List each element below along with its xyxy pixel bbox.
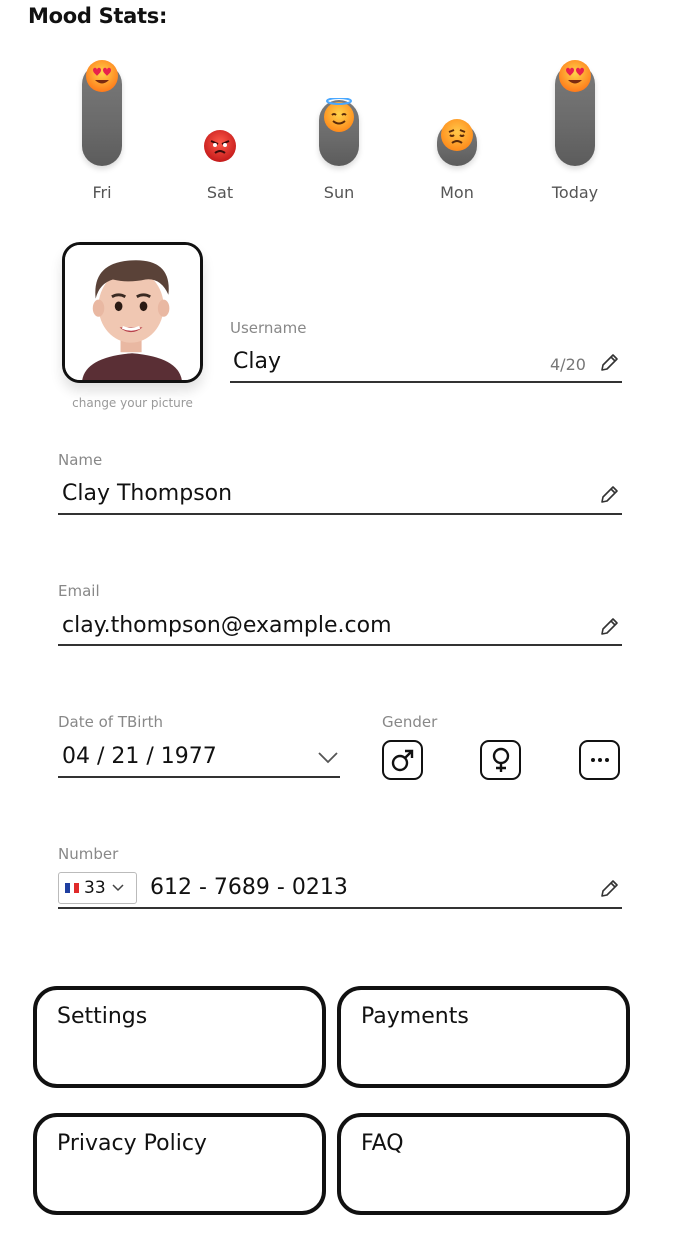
edit-name-pencil-icon[interactable] (598, 484, 620, 506)
name-label: Name (58, 451, 103, 469)
username-label: Username (230, 319, 307, 337)
halo-smile-emoji-icon (321, 98, 357, 134)
mood-day-label: Mon (440, 183, 474, 202)
heart-eyes-emoji-icon (557, 58, 593, 94)
mood-day-sat: Sat (179, 56, 259, 206)
mood-day-mon: Mon (416, 56, 496, 206)
profile-avatar[interactable] (62, 242, 203, 383)
number-underline (58, 907, 622, 909)
female-icon (492, 747, 509, 772)
phone-number-field[interactable]: 612 - 7689 - 0213 (150, 875, 348, 900)
number-label: Number (58, 845, 119, 863)
email-field[interactable]: clay.thompson@example.com (62, 613, 392, 638)
faq-button[interactable]: FAQ (337, 1113, 630, 1215)
mood-stats-title: Mood Stats: (28, 4, 168, 28)
more-icon (590, 758, 609, 762)
username-field[interactable]: Clay (233, 349, 281, 374)
birth-label: Date of TBirth (58, 713, 164, 731)
privacy-policy-button[interactable]: Privacy Policy (33, 1113, 326, 1215)
female-gender-button[interactable] (480, 740, 521, 780)
heart-eyes-emoji-icon (84, 58, 120, 94)
settings-button[interactable]: Settings (33, 986, 326, 1088)
mood-day-sun: Sun (298, 56, 378, 206)
male-icon (391, 749, 413, 772)
payments-button[interactable]: Payments (337, 986, 630, 1088)
france-flag-icon (65, 883, 80, 893)
sad-emoji-icon (439, 117, 475, 153)
mood-day-fri: Fri (61, 56, 141, 206)
chevron-down-icon[interactable] (316, 748, 340, 766)
name-field[interactable]: Clay Thompson (62, 481, 232, 506)
edit-number-pencil-icon[interactable] (598, 878, 620, 900)
mood-day-label: Fri (92, 183, 112, 202)
mood-day-label: Sun (323, 183, 355, 202)
edit-username-pencil-icon[interactable] (598, 352, 620, 374)
username-counter: 4/20 (550, 355, 586, 374)
mood-day-label: Today (551, 183, 599, 202)
faq-label: FAQ (361, 1131, 404, 1156)
user-avatar-icon (65, 245, 200, 380)
payments-label: Payments (361, 1004, 469, 1029)
gender-label: Gender (382, 713, 438, 731)
birth-underline (58, 776, 340, 778)
country-code-select[interactable]: 33 (58, 872, 137, 904)
change-picture-link[interactable]: change your picture (62, 396, 203, 410)
edit-email-pencil-icon[interactable] (598, 616, 620, 638)
chevron-down-icon (112, 884, 124, 892)
username-underline (230, 381, 622, 383)
name-underline (58, 513, 622, 515)
settings-label: Settings (57, 1004, 148, 1029)
email-label: Email (58, 582, 100, 600)
more-gender-button[interactable] (579, 740, 620, 780)
male-gender-button[interactable] (382, 740, 423, 780)
email-underline (58, 644, 622, 646)
country-code-value: 33 (84, 878, 106, 898)
birth-date-field[interactable]: 04 / 21 / 1977 (62, 744, 217, 769)
angry-emoji-icon (202, 128, 238, 164)
privacy-policy-label: Privacy Policy (57, 1131, 207, 1156)
mood-day-label: Sat (206, 183, 234, 202)
mood-day-today: Today (534, 56, 614, 206)
